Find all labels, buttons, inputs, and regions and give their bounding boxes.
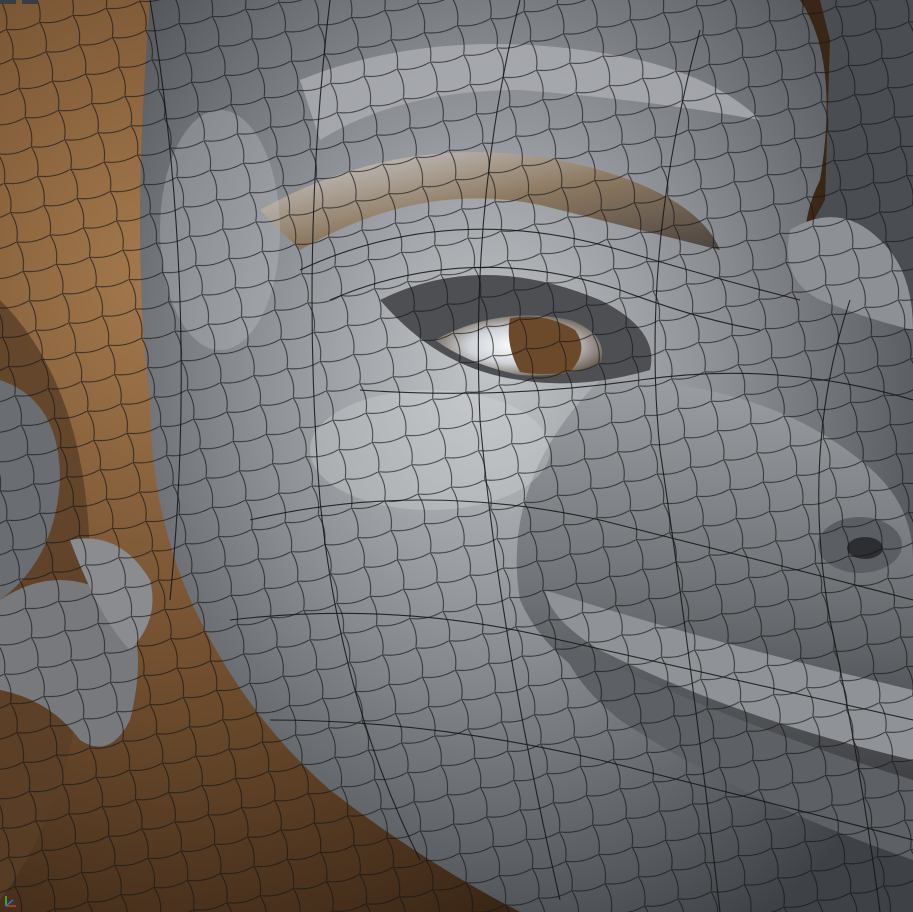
3d-viewport[interactable] <box>0 0 913 912</box>
viewport-tab[interactable] <box>0 0 16 4</box>
axis-gizmo-icon <box>5 896 16 907</box>
viewport-tabbar <box>0 0 190 4</box>
sculpted-creature-mesh[interactable] <box>0 0 913 912</box>
viewport-tab[interactable] <box>22 0 38 4</box>
